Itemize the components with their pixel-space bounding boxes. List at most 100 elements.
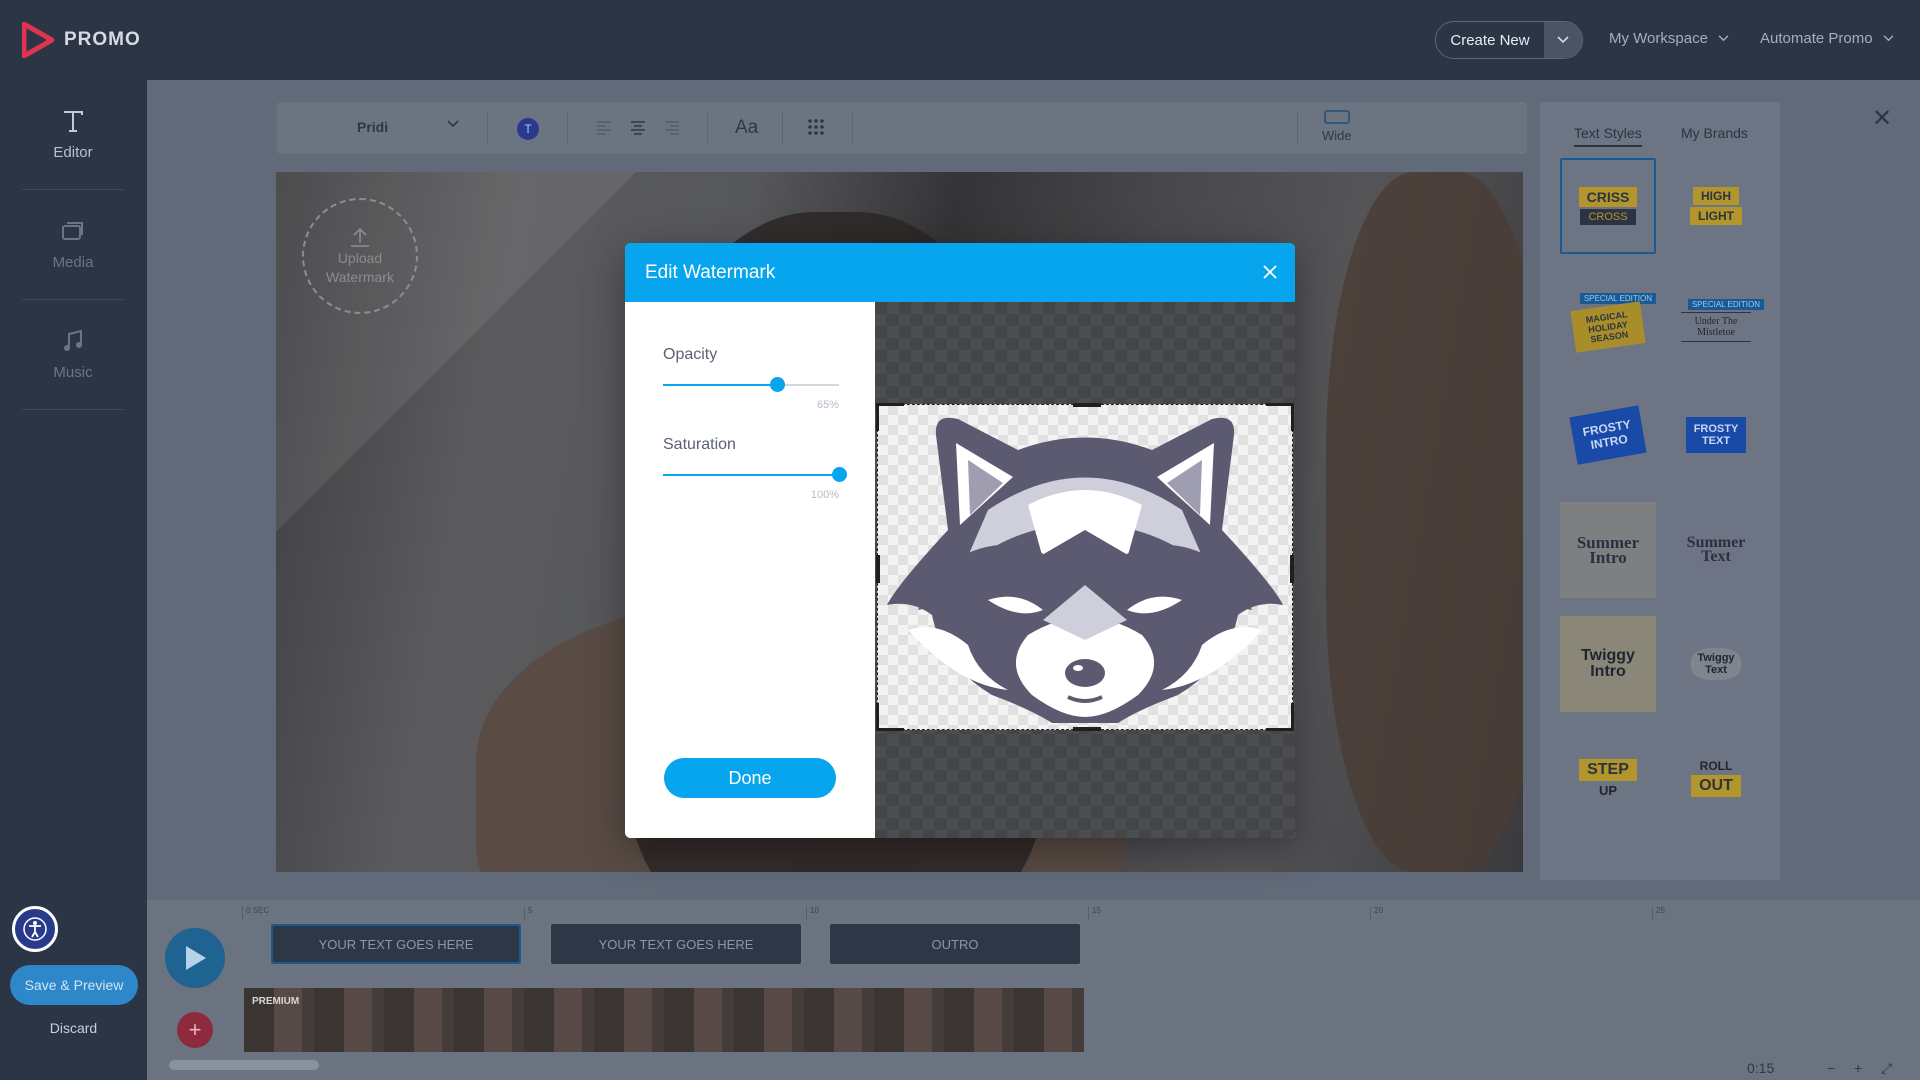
create-new-label: Create New xyxy=(1450,31,1530,49)
toolbar-divider xyxy=(1297,112,1298,144)
special-edition-badge: SPECIAL EDITION xyxy=(1579,292,1656,304)
watermark-preview-area xyxy=(875,302,1295,838)
sidebar-item-label: Media xyxy=(52,254,94,271)
top-bar: PROMO Create New My Workspace Automate P… xyxy=(0,0,1920,80)
style-line1: FROSTY INTRO xyxy=(1569,405,1647,465)
align-center-icon[interactable] xyxy=(629,118,647,136)
zoom-out-icon[interactable]: − xyxy=(1827,1060,1835,1076)
style-line1: Summer Intro xyxy=(1576,533,1640,567)
ruler-tick: 0 SEC xyxy=(242,906,269,920)
saturation-slider-fill xyxy=(663,474,839,476)
style-under-mistletoe[interactable]: SPECIAL EDITION Under The Mistletoe xyxy=(1668,272,1764,368)
my-workspace-menu[interactable]: My Workspace xyxy=(1609,30,1729,47)
style-twiggy-intro[interactable]: Twiggy Intro xyxy=(1560,616,1656,712)
play-icon xyxy=(186,946,206,970)
text-clip-2[interactable]: YOUR TEXT GOES HERE xyxy=(551,924,801,964)
style-high-light[interactable]: HIGH LIGHT xyxy=(1668,158,1764,254)
crop-handle-bottom[interactable] xyxy=(1073,727,1101,731)
save-preview-button[interactable]: Save & Preview xyxy=(10,965,138,1005)
ruler-tick: 20 xyxy=(1370,906,1383,920)
opacity-label: Opacity xyxy=(663,346,718,363)
create-new-button[interactable]: Create New xyxy=(1435,21,1583,59)
grid-icon[interactable] xyxy=(807,118,825,136)
modal-title: Edit Watermark xyxy=(645,261,776,283)
style-magical-holiday[interactable]: SPECIAL EDITION MAGICAL HOLIDAY SEASON xyxy=(1560,272,1656,368)
style-twiggy-text[interactable]: Twiggy Text xyxy=(1668,616,1764,712)
saturation-slider-handle[interactable] xyxy=(832,467,847,482)
style-roll-out[interactable]: ROLL OUT xyxy=(1668,730,1764,826)
align-right-icon[interactable] xyxy=(663,118,681,136)
sidebar-item-editor[interactable]: Editor xyxy=(22,80,124,190)
text-clip-1[interactable]: YOUR TEXT GOES HERE xyxy=(271,924,521,964)
promo-logo[interactable]: PROMO xyxy=(22,22,141,58)
timeline-scrollbar[interactable] xyxy=(169,1060,319,1070)
style-step-up[interactable]: STEP UP xyxy=(1560,730,1656,826)
align-left-icon[interactable] xyxy=(595,118,613,136)
upload-watermark-button[interactable]: Upload Watermark xyxy=(302,198,418,314)
ruler-tick: 5 xyxy=(524,906,532,920)
close-icon[interactable]: ✕ xyxy=(1872,104,1892,133)
style-line1: Summer Text xyxy=(1686,534,1746,565)
crop-handle-top-right[interactable] xyxy=(1266,403,1294,431)
my-workspace-label: My Workspace xyxy=(1609,30,1708,47)
special-edition-badge: SPECIAL EDITION xyxy=(1687,298,1764,310)
outro-clip[interactable]: OUTRO xyxy=(830,924,1080,964)
style-line1: CRISS xyxy=(1578,187,1638,207)
style-line1: STEP xyxy=(1579,758,1637,781)
style-summer-text[interactable]: Summer Text xyxy=(1668,502,1764,598)
tab-text-styles[interactable]: Text Styles xyxy=(1574,125,1642,147)
style-line1: Twiggy Text xyxy=(1691,648,1741,680)
left-sidebar: Editor Media Music Save & Preview Discar… xyxy=(0,80,147,1080)
promo-logo-icon xyxy=(22,22,54,58)
crop-handle-right[interactable] xyxy=(1290,555,1294,583)
opacity-slider[interactable] xyxy=(663,377,839,392)
font-select[interactable]: Pridi xyxy=(357,119,388,135)
text-toolbar: Pridi T Aa Wide xyxy=(277,102,1527,154)
sidebar-item-media[interactable]: Media xyxy=(22,190,124,300)
play-button[interactable] xyxy=(165,928,225,988)
chevron-down-icon xyxy=(1883,35,1893,42)
watermark-crop-box[interactable] xyxy=(876,403,1294,731)
tab-my-brands[interactable]: My Brands xyxy=(1681,125,1748,141)
style-line1: FROSTY TEXT xyxy=(1686,417,1746,453)
text-color-button[interactable]: T xyxy=(517,118,539,140)
style-criss-cross[interactable]: CRISS CROSS xyxy=(1560,158,1656,254)
close-icon[interactable] xyxy=(1261,263,1279,281)
saturation-slider[interactable] xyxy=(663,467,847,482)
done-button[interactable]: Done xyxy=(664,758,836,798)
chevron-down-icon[interactable] xyxy=(447,120,459,128)
crop-handle-left[interactable] xyxy=(876,555,880,583)
toolbar-divider xyxy=(852,112,853,144)
video-filmstrip[interactable]: PREMIUM xyxy=(244,988,1084,1052)
accessibility-button[interactable] xyxy=(12,906,58,952)
text-t-icon xyxy=(64,111,83,132)
style-line2: CROSS xyxy=(1580,209,1636,225)
opacity-slider-fill xyxy=(663,384,778,386)
style-summer-intro[interactable]: Summer Intro xyxy=(1560,502,1656,598)
zoom-in-icon[interactable]: + xyxy=(1854,1060,1862,1076)
style-line1: ROLL xyxy=(1699,759,1733,773)
ruler-tick: 10 xyxy=(806,906,819,920)
music-note-icon xyxy=(64,329,82,351)
crop-handle-top[interactable] xyxy=(1073,403,1101,407)
crop-handle-bottom-right[interactable] xyxy=(1266,703,1294,731)
add-scene-button[interactable]: + xyxy=(177,1012,213,1048)
automate-promo-menu[interactable]: Automate Promo xyxy=(1760,30,1894,47)
style-line2: OUT xyxy=(1691,775,1741,797)
wide-rectangle-icon xyxy=(1324,110,1350,124)
font-size-button[interactable]: Aa xyxy=(735,117,758,139)
discard-button[interactable]: Discard xyxy=(0,1020,147,1036)
opacity-slider-handle[interactable] xyxy=(770,377,786,392)
style-frosty-text[interactable]: FROSTY TEXT xyxy=(1668,387,1764,483)
style-frosty-intro[interactable]: FROSTY INTRO xyxy=(1560,387,1656,483)
sidebar-item-music[interactable]: Music xyxy=(22,300,124,410)
crop-handle-top-left[interactable] xyxy=(876,403,904,431)
style-line1: Under The Mistletoe xyxy=(1681,311,1751,342)
crop-handle-bottom-left[interactable] xyxy=(876,703,904,731)
automate-promo-label: Automate Promo xyxy=(1760,30,1873,47)
fullscreen-icon[interactable]: ⤢ xyxy=(1881,1060,1892,1077)
aspect-label: Wide xyxy=(1322,128,1352,143)
watermark-settings: Opacity 65% Saturation 100% Done xyxy=(625,302,875,838)
aspect-ratio-wide[interactable]: Wide xyxy=(1322,110,1352,143)
chevron-down-icon[interactable] xyxy=(1544,22,1582,58)
